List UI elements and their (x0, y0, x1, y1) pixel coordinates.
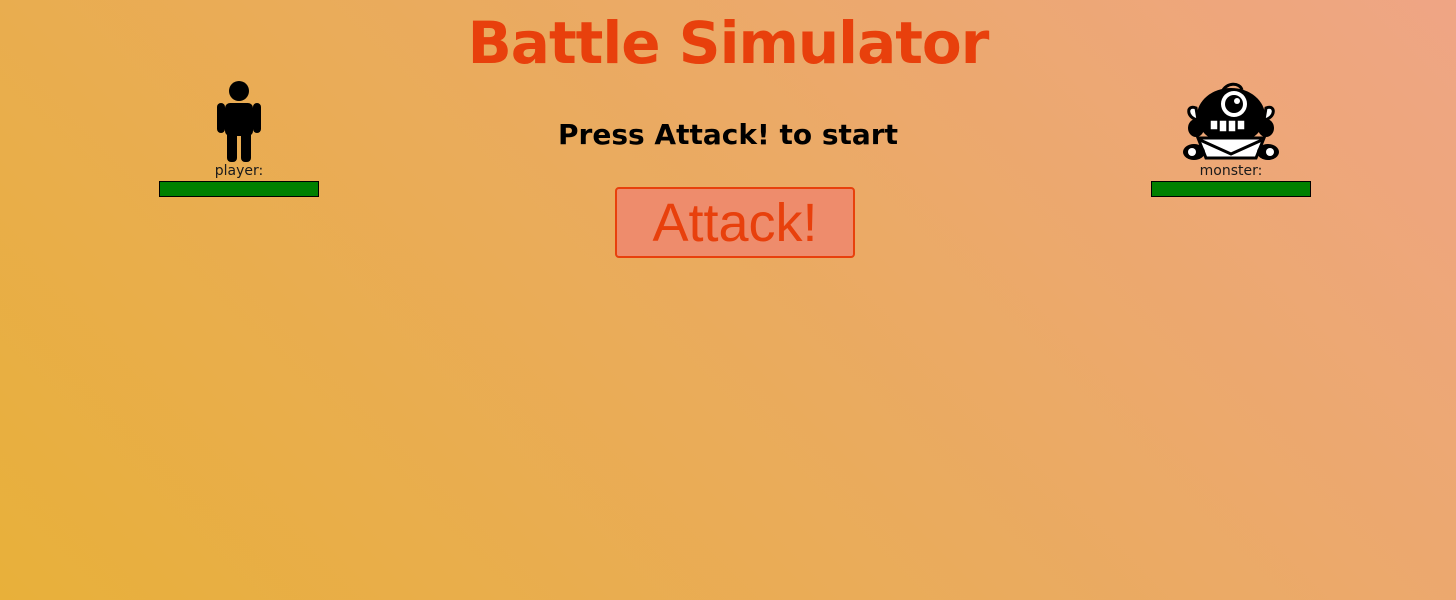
monster-avatar (1151, 78, 1311, 162)
monster-health-bar (1151, 181, 1311, 197)
player-label: player: (214, 163, 264, 179)
monster-health-fill (1152, 182, 1310, 196)
one-eyed-monster-icon (1183, 82, 1279, 160)
monster-label: monster: (1199, 163, 1263, 179)
player-health-bar (159, 181, 319, 197)
player-health-fill (160, 182, 318, 196)
monster-panel: monster: (1151, 78, 1311, 197)
attack-button[interactable]: Attack! (615, 187, 855, 258)
page-title: Battle Simulator (467, 9, 990, 77)
